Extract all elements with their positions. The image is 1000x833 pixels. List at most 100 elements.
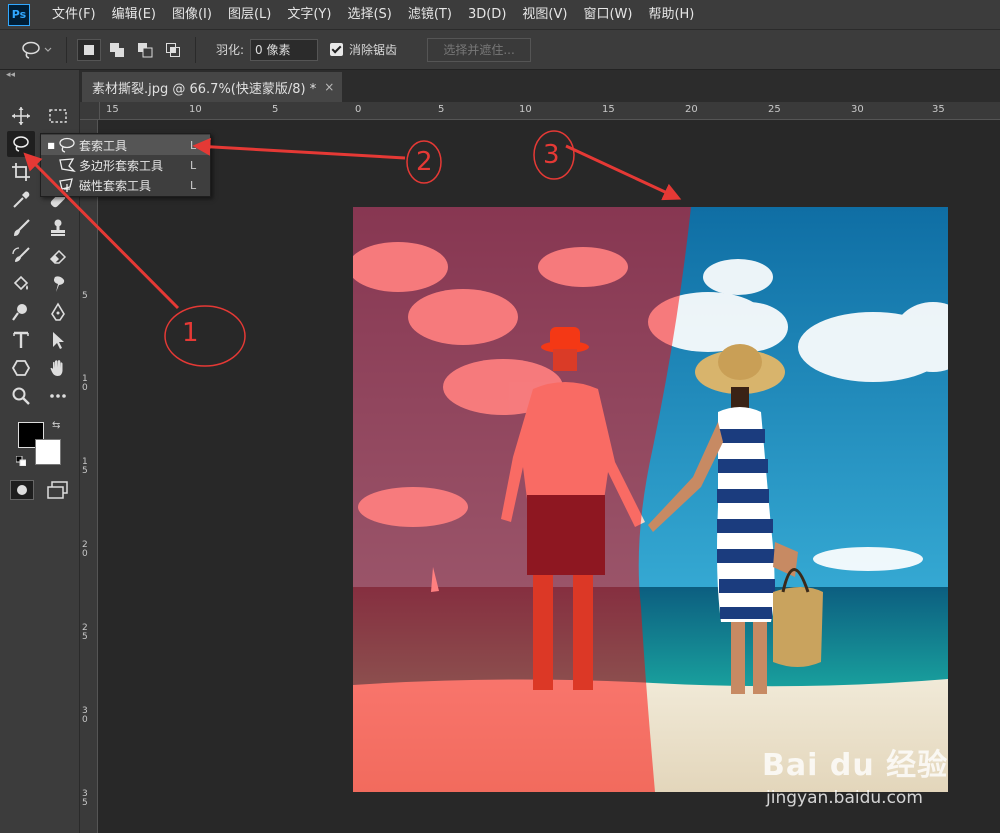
- stamp-icon: [51, 219, 65, 236]
- flyout-item-magnetic-lasso[interactable]: 磁性套索工具 L: [41, 175, 210, 195]
- antialias-checkbox[interactable]: [330, 43, 344, 56]
- flyout-shortcut: L: [190, 158, 197, 172]
- dodge-tool[interactable]: [7, 299, 35, 325]
- watermark-url: jingyan.baidu.com: [766, 788, 923, 808]
- annotation-number-2: 2: [416, 147, 433, 177]
- ruler-label: 5: [438, 104, 445, 115]
- magnetic-lasso-icon: [57, 176, 77, 194]
- intersect-selection-icon: [166, 42, 180, 57]
- history-brush-tool[interactable]: [7, 243, 35, 269]
- antialias-label: 消除锯齿: [349, 43, 398, 57]
- more-tools-button[interactable]: [44, 383, 72, 409]
- background-color-swatch[interactable]: [35, 439, 61, 465]
- brush-icon: [14, 219, 30, 236]
- quick-mask-icon: [17, 485, 27, 495]
- menu-layer[interactable]: 图层(L): [220, 0, 279, 30]
- path-selection-tool[interactable]: [44, 327, 72, 353]
- annotation-number-3: 3: [543, 140, 560, 170]
- baidu-watermark: Bai du 经验 jingyan.baidu.com: [762, 740, 949, 808]
- brush-tool[interactable]: [7, 215, 35, 241]
- menu-3d[interactable]: 3D(D): [460, 0, 514, 30]
- pen-tool[interactable]: [44, 299, 72, 325]
- ruler-label: 2 0: [82, 540, 88, 559]
- ruler-label: 0: [355, 104, 362, 115]
- menu-bar: Ps 文件(F) 编辑(E) 图像(I) 图层(L) 文字(Y) 选择(S) 滤…: [0, 0, 1000, 30]
- separator: [66, 36, 67, 63]
- hand-icon: [50, 360, 63, 376]
- quick-mask-overlay: [353, 207, 691, 792]
- flyout-item-polygonal-lasso[interactable]: 多边形套索工具 L: [41, 155, 210, 175]
- document-tab[interactable]: 素材撕裂.jpg @ 66.7%(快速蒙版/8) * ×: [82, 72, 342, 102]
- collapse-icon[interactable]: ◂◂: [6, 70, 15, 80]
- ruler-label: 5: [272, 104, 279, 115]
- document-title: 素材撕裂.jpg @ 66.7%(快速蒙版/8) *: [92, 81, 317, 97]
- smudge-tool[interactable]: [44, 271, 72, 297]
- tool-preset-picker[interactable]: [14, 36, 58, 64]
- clone-stamp-tool[interactable]: [44, 215, 72, 241]
- watermark-logo: Bai du 经验: [762, 748, 949, 783]
- lasso-icon: [57, 136, 77, 154]
- document-image[interactable]: [353, 207, 948, 792]
- menu-type[interactable]: 文字(Y): [279, 0, 339, 30]
- quick-mask-button[interactable]: [10, 480, 34, 500]
- polygonal-lasso-icon: [57, 156, 77, 174]
- menu-filter[interactable]: 滤镜(T): [400, 0, 460, 30]
- menu-image[interactable]: 图像(I): [164, 0, 220, 30]
- lasso-icon: [22, 41, 52, 59]
- close-icon[interactable]: ×: [324, 80, 334, 94]
- eyedropper-tool[interactable]: [7, 187, 35, 213]
- menu-window[interactable]: 窗口(W): [575, 0, 640, 30]
- menu-help[interactable]: 帮助(H): [640, 0, 702, 30]
- ruler-label: 3 0: [82, 706, 88, 725]
- ruler-label: 2 5: [82, 623, 88, 642]
- paint-bucket-icon: [13, 275, 29, 291]
- flyout-shortcut: L: [190, 138, 197, 152]
- zoom-tool[interactable]: [7, 383, 35, 409]
- photoshop-logo[interactable]: Ps: [8, 3, 30, 26]
- default-colors-icon[interactable]: [16, 456, 26, 466]
- flyout-label: 磁性套索工具: [79, 178, 152, 193]
- ruler-label: 1 5: [82, 457, 88, 476]
- smudge-icon: [54, 276, 65, 292]
- eraser-tool[interactable]: [44, 243, 72, 269]
- paint-bucket-tool[interactable]: [7, 271, 35, 297]
- shape-tool[interactable]: [7, 355, 35, 381]
- screen-mode-icon[interactable]: [46, 480, 70, 500]
- feather-input[interactable]: 0 像素: [250, 38, 319, 61]
- history-brush-icon: [12, 247, 30, 262]
- intersect-selection-button[interactable]: [161, 39, 185, 61]
- feather-label: 羽化:: [216, 43, 245, 57]
- ruler-label: 3 5: [82, 789, 88, 808]
- options-bar: 羽化: 0 像素 消除锯齿 选择并遮住...: [0, 30, 1000, 70]
- new-selection-icon: [84, 44, 94, 55]
- eraser-icon: [49, 249, 67, 264]
- move-tool[interactable]: [7, 103, 35, 129]
- ruler-label: 20: [685, 104, 698, 115]
- ruler-label: 15: [106, 104, 119, 115]
- type-tool[interactable]: [7, 327, 35, 353]
- swap-colors-icon[interactable]: ⇆: [52, 420, 60, 431]
- crop-tool[interactable]: [7, 159, 35, 185]
- move-icon: [12, 107, 30, 125]
- marquee-tool[interactable]: [44, 103, 72, 129]
- ruler-label: 5: [82, 291, 88, 301]
- flyout-shortcut: L: [190, 178, 197, 192]
- lasso-tool[interactable]: [7, 131, 35, 157]
- lasso-icon: [13, 136, 29, 152]
- ruler-label: 10: [189, 104, 202, 115]
- rectangle-marquee-icon: [49, 109, 67, 123]
- menu-edit[interactable]: 编辑(E): [104, 0, 164, 30]
- subtract-from-selection-button[interactable]: [133, 39, 157, 61]
- ruler-label: 1 0: [82, 374, 88, 393]
- select-and-mask-button[interactable]: 选择并遮住...: [427, 37, 532, 62]
- menu-select[interactable]: 选择(S): [339, 0, 399, 30]
- flyout-label: 多边形套索工具: [79, 158, 164, 173]
- menu-file[interactable]: 文件(F): [44, 0, 104, 30]
- separator: [195, 36, 196, 63]
- new-selection-button[interactable]: [77, 38, 101, 61]
- crop-icon: [12, 163, 30, 181]
- flyout-item-lasso[interactable]: ■ 套索工具 L: [41, 135, 210, 155]
- menu-view[interactable]: 视图(V): [514, 0, 575, 30]
- add-to-selection-button[interactable]: [105, 39, 129, 61]
- hand-tool[interactable]: [44, 355, 72, 381]
